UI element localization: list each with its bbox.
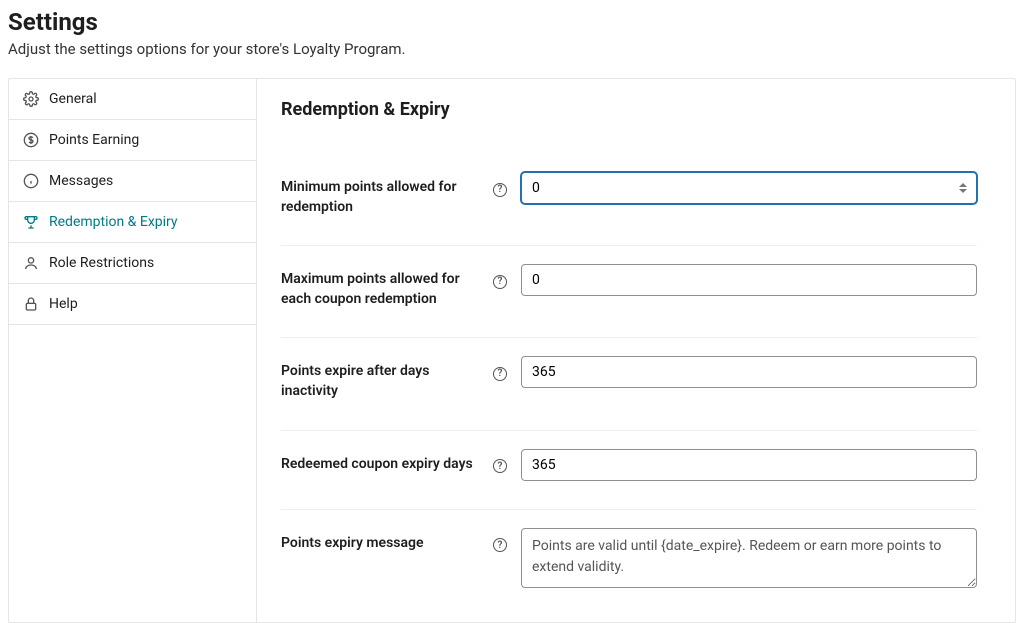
settings-panel: General Points Earning Messages Redempti… [8,78,1016,623]
max-points-input[interactable] [521,264,977,296]
sidebar-item-label: Messages [49,173,113,189]
expire-days-input[interactable] [521,356,977,388]
field-label: Points expire after days inactivity [281,356,493,401]
help-icon[interactable]: ? [493,183,507,197]
field-label: Minimum points allowed for redemption [281,172,493,217]
field-row-max-points: Maximum points allowed for each coupon r… [281,246,977,338]
sidebar-item-help[interactable]: Help [9,284,256,325]
help-icon[interactable]: ? [493,459,507,473]
help-icon[interactable]: ? [493,538,507,552]
field-row-coupon-expiry: Redeemed coupon expiry days ? [281,431,977,510]
chevron-up-icon[interactable] [959,183,967,187]
number-spinner[interactable] [959,183,973,193]
page-title: Settings [8,8,1016,36]
sidebar-item-label: General [49,91,97,107]
sidebar-item-general[interactable]: General [9,79,256,120]
page-subtitle: Adjust the settings options for your sto… [8,40,1016,58]
sidebar-item-points-earning[interactable]: Points Earning [9,120,256,161]
field-row-expiry-msg: Points expiry message ? [281,510,977,602]
sidebar-item-messages[interactable]: Messages [9,161,256,202]
coupon-expiry-input[interactable] [521,449,977,481]
help-icon[interactable]: ? [493,275,507,289]
expiry-message-input[interactable] [521,528,977,588]
field-label: Points expiry message [281,528,493,554]
field-label: Redeemed coupon expiry days [281,449,493,475]
sidebar-item-label: Redemption & Expiry [49,214,178,230]
person-icon [23,255,39,271]
field-row-min-points: Minimum points allowed for redemption ? [281,154,977,246]
field-label: Maximum points allowed for each coupon r… [281,264,493,309]
help-icon[interactable]: ? [493,367,507,381]
sidebar-item-label: Points Earning [49,132,139,148]
sidebar-item-label: Help [49,296,78,312]
gear-icon [23,91,39,107]
sidebar-item-role-restrictions[interactable]: Role Restrictions [9,243,256,284]
sidebar-item-redemption-expiry[interactable]: Redemption & Expiry [9,202,256,243]
chevron-down-icon[interactable] [959,189,967,193]
section-title: Redemption & Expiry [281,99,977,120]
info-icon [23,173,39,189]
trophy-icon [23,214,39,230]
dollar-icon [23,132,39,148]
field-row-expire-days: Points expire after days inactivity ? [281,338,977,430]
lock-icon [23,296,39,312]
settings-content: Redemption & Expiry Minimum points allow… [257,79,1015,622]
sidebar-item-label: Role Restrictions [49,255,154,271]
min-points-input[interactable] [521,172,977,204]
sidebar: General Points Earning Messages Redempti… [9,79,257,622]
